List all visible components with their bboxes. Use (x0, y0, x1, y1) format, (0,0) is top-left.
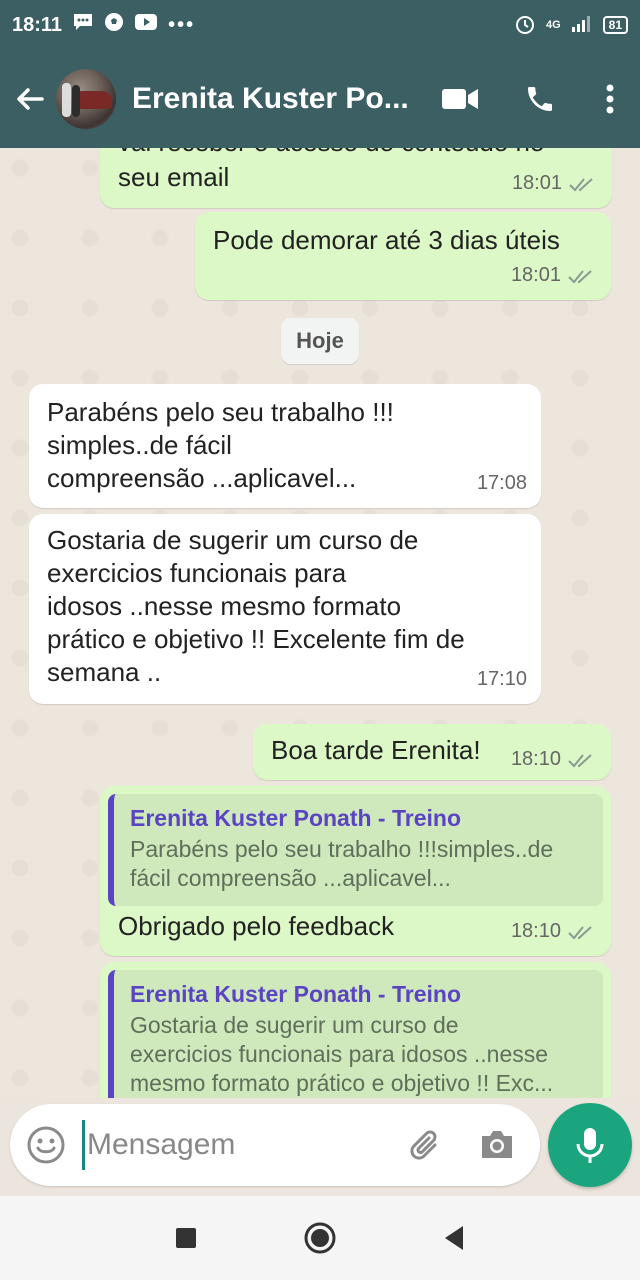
message-line: idosos ..nesse mesmo formato (47, 591, 402, 621)
phone-call-button[interactable] (500, 69, 580, 129)
home-circle-icon (304, 1222, 336, 1254)
video-call-button[interactable] (420, 69, 500, 129)
message-text-partial: vai receber o acesso do conteúdo no (118, 148, 544, 159)
message-text: seu email (118, 162, 230, 192)
more-vert-icon (606, 84, 614, 114)
alarm-icon (514, 13, 536, 38)
message-bubble-reply[interactable]: Erenita Kuster Ponath - Treino Gostaria … (100, 962, 611, 1098)
quote-line: Parabéns pelo seu trabalho !!!simples..d… (130, 836, 554, 862)
more-notifications-icon: ••• (168, 13, 196, 36)
chat-area[interactable]: vai receber o acesso do conteúdo no seu … (0, 148, 640, 1098)
avatar[interactable] (56, 69, 116, 129)
emoji-button[interactable] (10, 1104, 82, 1186)
camera-icon (482, 1131, 512, 1158)
message-time: 17:08 (476, 472, 527, 494)
quote-line: mesmo formato prático e objetivo !! Exc.… (130, 1070, 554, 1096)
back-triangle-icon (445, 1226, 463, 1250)
status-bar: 18:11 ••• 4G 81 (0, 0, 640, 50)
quote-line: Gostaria de sugerir um curso de (130, 1012, 459, 1038)
message-text: Boa tarde Erenita! (271, 735, 481, 765)
signal-icon (571, 15, 593, 36)
date-divider: Hoje (281, 318, 359, 364)
message-bubble-incoming[interactable]: Parabéns pelo seu trabalho !!! simples..… (29, 384, 541, 508)
message-line: Parabéns pelo seu trabalho !!! (47, 397, 394, 427)
chat-header: Erenita Kuster Po... (0, 50, 640, 148)
system-nav-bar (0, 1196, 640, 1280)
camera-button[interactable] (462, 1104, 532, 1186)
contact-name[interactable]: Erenita Kuster Po... (132, 82, 412, 116)
more-options-button[interactable] (580, 69, 640, 129)
message-time: 18:10 (510, 920, 561, 942)
message-bubble-incoming[interactable]: Gostaria de sugerir um curso de exercici… (29, 514, 541, 704)
back-nav-button[interactable] (387, 1196, 521, 1280)
quote-author: Erenita Kuster Ponath - Treino (130, 981, 461, 1007)
read-ticks-icon (569, 177, 593, 191)
message-composer (10, 1104, 540, 1186)
message-time: 17:10 (476, 668, 527, 690)
soccer-ball-icon (104, 12, 124, 38)
message-line: compreensão ...aplicavel... (47, 463, 357, 493)
message-line: semana .. (47, 657, 162, 687)
phone-icon (528, 87, 552, 111)
message-line: Gostaria de sugerir um curso de (47, 525, 419, 555)
network-type: 4G (545, 19, 561, 31)
message-bubble-outgoing[interactable]: Boa tarde Erenita! 18:10 (253, 724, 611, 780)
recents-square-icon (176, 1228, 196, 1248)
message-text: Obrigado pelo feedback (118, 911, 395, 941)
message-bubble-outgoing[interactable]: vai receber o acesso do conteúdo no seu … (100, 148, 612, 208)
video-call-icon (442, 89, 478, 109)
message-bubble-reply[interactable]: Erenita Kuster Ponath - Treino Parabéns … (100, 786, 611, 956)
read-ticks-icon (568, 753, 592, 767)
message-time: 18:01 (510, 264, 561, 286)
message-time: 18:01 (511, 172, 562, 194)
message-notification-icon (72, 12, 94, 38)
attach-icon (410, 1130, 437, 1160)
back-button[interactable] (4, 69, 56, 129)
message-bubble-outgoing[interactable]: Pode demorar até 3 dias úteis 18:01 (195, 212, 611, 300)
read-ticks-icon (568, 925, 592, 939)
battery-icon: 81 (602, 16, 628, 34)
message-line: simples..de fácil (47, 430, 232, 460)
message-line: prático e objetivo !! Excelente fim de (47, 624, 465, 654)
mic-icon (576, 1128, 604, 1163)
message-text: Pode demorar até 3 dias úteis (213, 225, 560, 255)
quote-line: fácil compreensão ...aplicavel... (130, 865, 451, 891)
youtube-icon (134, 13, 158, 37)
status-time: 18:11 (12, 13, 63, 36)
quote-author: Erenita Kuster Ponath - Treino (130, 805, 461, 831)
message-line: exercicios funcionais para (47, 558, 347, 588)
attach-button[interactable] (392, 1104, 462, 1186)
message-time: 18:10 (510, 748, 561, 770)
voice-record-button[interactable] (548, 1103, 632, 1187)
quote-line: exercicios funcionais para idosos ..ness… (130, 1041, 549, 1067)
emoji-icon (27, 1126, 65, 1164)
read-ticks-icon (568, 269, 592, 283)
quoted-message[interactable]: Erenita Kuster Ponath - Treino Gostaria … (108, 970, 603, 1098)
recents-button[interactable] (119, 1196, 253, 1280)
quoted-message[interactable]: Erenita Kuster Ponath - Treino Parabéns … (108, 794, 603, 906)
home-button[interactable] (253, 1196, 387, 1280)
message-input[interactable] (82, 1120, 382, 1170)
back-arrow-icon (17, 88, 44, 110)
